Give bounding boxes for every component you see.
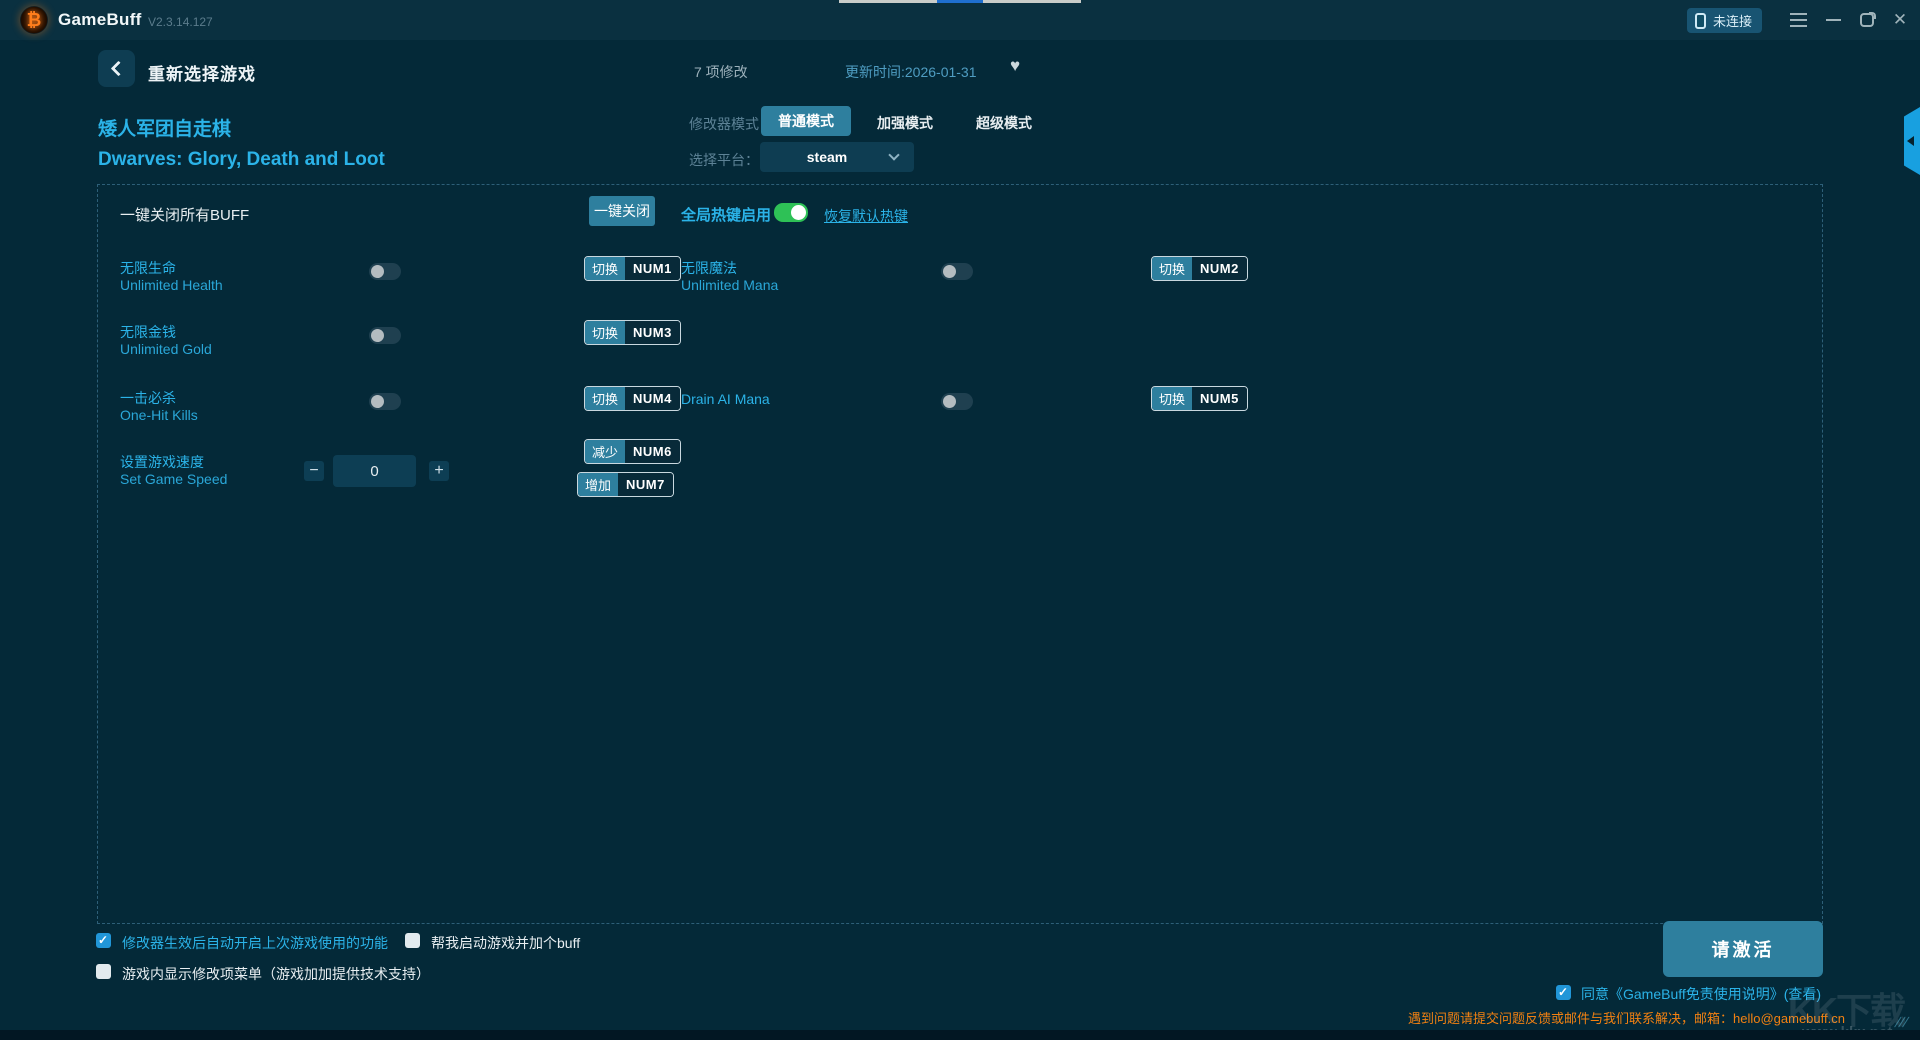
close-button[interactable]: ✕ xyxy=(1885,0,1915,40)
update-time: 更新时间:2026-01-31 xyxy=(845,64,977,80)
speed-value-field[interactable]: 0 xyxy=(333,455,416,487)
hotkey-key: NUM5 xyxy=(1192,387,1247,410)
hotkey-key: NUM2 xyxy=(1192,257,1247,280)
checkbox-auto-enable-label: 修改器生效后自动开启上次游戏使用的功能 xyxy=(122,935,388,951)
page-title: 重新选择游戏 xyxy=(148,65,256,84)
hotkey-badge-num1[interactable]: 切换 NUM1 xyxy=(584,256,681,281)
hotkey-action: 减少 xyxy=(585,440,626,463)
hotkey-badge-num4[interactable]: 切换 NUM4 xyxy=(584,386,681,411)
hotkey-key: NUM3 xyxy=(625,321,680,344)
toggle-knob xyxy=(943,265,956,278)
hotkey-action: 切换 xyxy=(585,387,626,410)
platform-label: 选择平台： xyxy=(689,152,759,168)
cheat-label-cn: 一击必杀 xyxy=(120,390,176,406)
speed-decrement-button[interactable]: − xyxy=(304,461,324,481)
side-panel-handle[interactable] xyxy=(1904,107,1920,175)
back-button[interactable] xyxy=(98,50,135,87)
app-name: GameBuff xyxy=(58,10,142,29)
global-hotkey-toggle[interactable] xyxy=(774,203,808,222)
cheat-label-cn: 设置游戏速度 xyxy=(120,454,204,470)
hotkey-badge-num7[interactable]: 增加 NUM7 xyxy=(577,472,674,497)
agree-disclaimer-label[interactable]: 同意《GameBuff免责使用说明》(查看) xyxy=(1581,984,1821,1004)
toggle-knob xyxy=(943,395,956,408)
support-contact-line: 遇到问题请提交问题反馈或邮件与我们联系解决，邮箱：hello@gamebuff.… xyxy=(1408,1011,1845,1026)
cheat-toggle-unlimited-mana[interactable] xyxy=(941,263,973,280)
tab-enhanced-mode[interactable]: 加强模式 xyxy=(877,113,933,133)
toggle-knob xyxy=(371,395,384,408)
cheats-panel xyxy=(97,184,1823,924)
hotkey-key: NUM7 xyxy=(618,473,673,496)
checkbox-ingame-menu-label: 游戏内显示修改项菜单（游戏加加提供技术支持） xyxy=(122,966,430,982)
checkbox-auto-enable[interactable] xyxy=(96,933,111,948)
cheat-label-cn: 无限魔法 xyxy=(681,260,737,276)
device-connect-button[interactable]: 未连接 xyxy=(1687,8,1763,33)
titlebar: ₿ GameBuff V2.3.14.127 未连接 ✕ xyxy=(0,0,1920,40)
favorite-heart-icon[interactable]: ♥ xyxy=(1010,56,1020,76)
app-version: V2.3.14.127 xyxy=(148,15,213,29)
cheat-label-en: Set Game Speed xyxy=(120,471,228,487)
platform-select[interactable]: steam xyxy=(760,142,914,172)
cheat-label-en: One-Hit Kills xyxy=(120,407,198,423)
hotkey-badge-num3[interactable]: 切换 NUM3 xyxy=(584,320,681,345)
maximize-button[interactable] xyxy=(1852,0,1882,40)
hotkey-action: 切换 xyxy=(1152,387,1193,410)
cheat-label-cn: 无限生命 xyxy=(120,260,176,276)
menu-button[interactable] xyxy=(1783,0,1813,40)
toggle-knob xyxy=(371,265,384,278)
checkbox-launch-with-buff[interactable] xyxy=(405,933,420,948)
connect-status-label: 未连接 xyxy=(1713,14,1753,29)
mods-count: 7 项修改 xyxy=(694,64,748,80)
cheat-label-cn: Drain AI Mana xyxy=(681,391,770,407)
hotkey-badge-num5[interactable]: 切换 NUM5 xyxy=(1151,386,1248,411)
hotkey-key: NUM1 xyxy=(625,257,680,280)
toggle-knob xyxy=(791,205,806,220)
back-chevron-icon xyxy=(110,60,127,77)
cheat-label-en: Unlimited Mana xyxy=(681,277,779,293)
toggle-knob xyxy=(371,329,384,342)
tab-normal-mode[interactable]: 普通模式 xyxy=(761,106,851,136)
platform-value: steam xyxy=(806,149,848,165)
checkbox-ingame-menu[interactable] xyxy=(96,964,111,979)
activate-button[interactable]: 请激活 xyxy=(1663,921,1823,977)
gamebuff-logo-icon: ₿ xyxy=(20,6,48,34)
close-all-label: 一键关闭所有BUFF xyxy=(120,207,250,224)
hotkey-action: 增加 xyxy=(578,473,619,496)
cheat-label-cn: 无限金钱 xyxy=(120,324,176,340)
cheat-toggle-unlimited-health[interactable] xyxy=(369,263,401,280)
hotkey-key: NUM6 xyxy=(625,440,680,463)
tab-super-mode[interactable]: 超级模式 xyxy=(976,113,1032,133)
top-progress-strip-segment xyxy=(937,0,983,3)
cheat-label-en: Unlimited Health xyxy=(120,277,223,293)
global-hotkey-label: 全局热键启用 xyxy=(681,207,772,224)
close-all-button[interactable]: 一键关闭 xyxy=(589,196,655,226)
cheat-toggle-drain-ai-mana[interactable] xyxy=(941,393,973,410)
restore-hotkeys-link[interactable]: 恢复默认热键 xyxy=(824,206,908,226)
checkbox-agree-disclaimer[interactable] xyxy=(1556,985,1571,1000)
game-title-cn: 矮人军团自走棋 xyxy=(98,119,232,140)
game-title-en: Dwarves: Glory, Death and Loot xyxy=(98,149,385,170)
speed-increment-button[interactable]: + xyxy=(429,461,449,481)
minimize-button[interactable] xyxy=(1818,0,1848,40)
hotkey-action: 切换 xyxy=(1152,257,1193,280)
cheat-toggle-unlimited-gold[interactable] xyxy=(369,327,401,344)
hotkey-badge-num2[interactable]: 切换 NUM2 xyxy=(1151,256,1248,281)
hotkey-key: NUM4 xyxy=(625,387,680,410)
hotkey-badge-num6[interactable]: 减少 NUM6 xyxy=(584,439,681,464)
cheat-label-en: Unlimited Gold xyxy=(120,341,212,357)
checkbox-launch-with-buff-label: 帮我启动游戏并加个buff xyxy=(431,935,581,951)
mode-label: 修改器模式 xyxy=(689,116,759,132)
hotkey-action: 切换 xyxy=(585,321,626,344)
hotkey-action: 切换 xyxy=(585,257,626,280)
cheat-toggle-one-hit-kills[interactable] xyxy=(369,393,401,410)
phone-icon xyxy=(1695,12,1706,29)
top-progress-strip xyxy=(839,0,1081,3)
bottom-strip xyxy=(0,1030,1920,1040)
